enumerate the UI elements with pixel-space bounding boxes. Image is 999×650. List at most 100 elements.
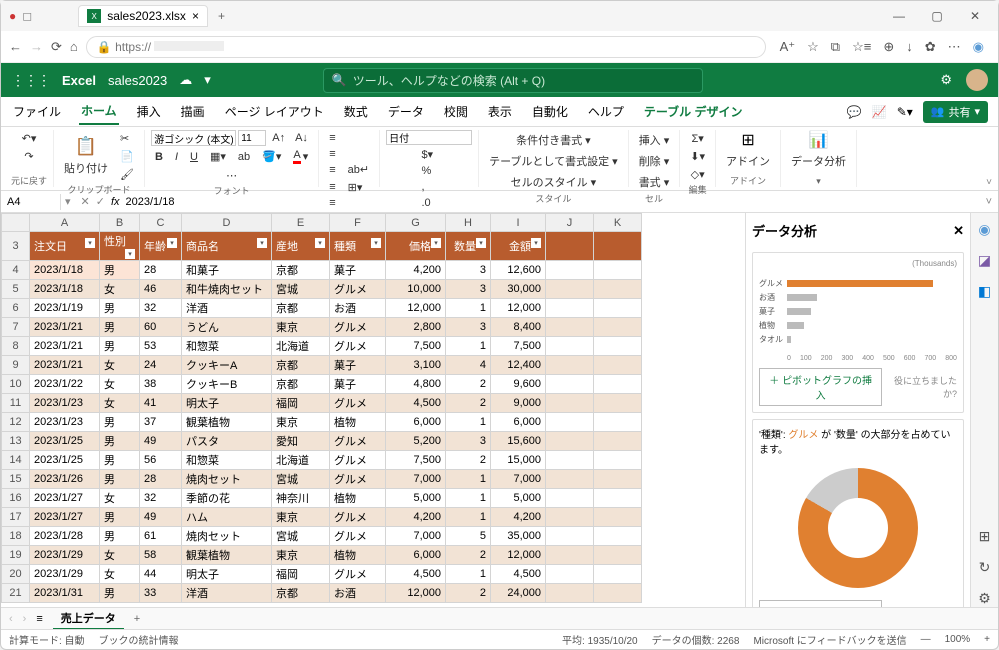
name-box[interactable]: A4	[1, 194, 61, 210]
refresh-icon[interactable]: ⟳	[51, 39, 62, 55]
row-header[interactable]: 8	[2, 337, 30, 356]
table-header-cell[interactable]: 金額▾	[491, 232, 546, 261]
row-header[interactable]: 9	[2, 356, 30, 375]
cell[interactable]: 女	[100, 375, 140, 394]
cell[interactable]: パスタ	[182, 432, 272, 451]
cell[interactable]: 6,000	[386, 413, 446, 432]
cell[interactable]: 12,400	[491, 356, 546, 375]
tab-view[interactable]: 表示	[486, 99, 514, 124]
download-icon[interactable]: ↓	[906, 39, 913, 55]
cell[interactable]: クッキーA	[182, 356, 272, 375]
cell[interactable]: 28	[140, 261, 182, 280]
add-sheet-button[interactable]: +	[134, 613, 140, 625]
outlook-icon[interactable]: ◧	[978, 283, 991, 300]
row-header[interactable]: 21	[2, 584, 30, 603]
cell[interactable]: 33	[140, 584, 182, 603]
cell[interactable]: 2023/1/19	[30, 299, 100, 318]
cell[interactable]: 24	[140, 356, 182, 375]
cell[interactable]: 2023/1/25	[30, 451, 100, 470]
cell[interactable]: 宮城	[272, 470, 330, 489]
settings-icon[interactable]: ⚙	[940, 72, 952, 88]
cell[interactable]: 女	[100, 394, 140, 413]
addins-button[interactable]: アドイン	[722, 151, 774, 171]
cell-style-button[interactable]: セルのスタイル ▾	[507, 172, 601, 192]
table-format-button[interactable]: テーブルとして書式設定 ▾	[485, 151, 622, 171]
cell[interactable]: 9,000	[491, 394, 546, 413]
filter-icon[interactable]: ▾	[85, 238, 95, 248]
strike-button[interactable]: ab	[234, 147, 254, 166]
cell[interactable]: 56	[140, 451, 182, 470]
cell[interactable]: 2023/1/21	[30, 337, 100, 356]
cell[interactable]: 5,000	[491, 489, 546, 508]
cell[interactable]: ハム	[182, 508, 272, 527]
filter-icon[interactable]: ▾	[371, 238, 381, 248]
maximize-icon[interactable]: ▢	[922, 9, 952, 23]
tab-home[interactable]: ホーム	[79, 98, 119, 125]
row-header[interactable]: 3	[2, 232, 30, 261]
clear-icon[interactable]: ◇▾	[687, 166, 709, 183]
tab-layout[interactable]: ページ レイアウト	[223, 99, 326, 124]
paste-button[interactable]: 貼り付け	[60, 158, 112, 178]
cell[interactable]: 7,000	[386, 470, 446, 489]
cell[interactable]: 4,500	[386, 394, 446, 413]
next-sheet-icon[interactable]: ›	[23, 613, 27, 625]
cell[interactable]: 7,000	[386, 527, 446, 546]
cell[interactable]: 洋酒	[182, 584, 272, 603]
cell[interactable]: 男	[100, 508, 140, 527]
cell[interactable]: 女	[100, 356, 140, 375]
copilot-icon[interactable]: ◉	[973, 39, 984, 55]
format-painter-icon[interactable]: 🖌	[116, 166, 138, 183]
tab-formulas[interactable]: 数式	[342, 99, 370, 124]
more-font-icon[interactable]: ⋯	[222, 167, 241, 184]
cell[interactable]: 4,800	[386, 375, 446, 394]
cell[interactable]: 2	[446, 451, 491, 470]
zoom-in-icon[interactable]: +	[984, 634, 990, 645]
cell[interactable]: 5,200	[386, 432, 446, 451]
share-button[interactable]: 👥 共有 ▾	[923, 101, 988, 123]
cell[interactable]: 男	[100, 337, 140, 356]
table-header-cell[interactable]: 種類▾	[330, 232, 386, 261]
row-header[interactable]: 18	[2, 527, 30, 546]
catchup-icon[interactable]: 📈	[872, 105, 887, 119]
cell[interactable]: 北海道	[272, 451, 330, 470]
tools-icon[interactable]: ⊞	[979, 528, 991, 545]
cell[interactable]: 菓子	[330, 375, 386, 394]
tab-automate[interactable]: 自動化	[530, 99, 570, 124]
minimize-icon[interactable]: —	[884, 9, 914, 23]
number-format-select[interactable]	[386, 130, 472, 145]
cell[interactable]: 男	[100, 584, 140, 603]
expand-formula-icon[interactable]: ˅	[980, 196, 998, 208]
fill-icon[interactable]: ⬇▾	[686, 148, 709, 165]
cell[interactable]: 6,000	[491, 413, 546, 432]
row-header[interactable]: 7	[2, 318, 30, 337]
cell[interactable]: グルメ	[330, 432, 386, 451]
cell[interactable]: 32	[140, 489, 182, 508]
cell[interactable]: 1	[446, 413, 491, 432]
cell[interactable]: 4,200	[386, 508, 446, 527]
cell[interactable]: 福岡	[272, 565, 330, 584]
cell[interactable]: グルメ	[330, 527, 386, 546]
cell[interactable]: グルメ	[330, 508, 386, 527]
analysis-button[interactable]: データ分析	[787, 151, 850, 171]
cell[interactable]: 35,000	[491, 527, 546, 546]
italic-button[interactable]: I	[171, 147, 182, 166]
cell[interactable]: 2	[446, 394, 491, 413]
cell[interactable]: 植物	[330, 546, 386, 565]
cell[interactable]: 京都	[272, 299, 330, 318]
cell[interactable]: 38	[140, 375, 182, 394]
tabs-icon[interactable]: ⧉	[831, 39, 840, 55]
cell[interactable]: 58	[140, 546, 182, 565]
cell[interactable]: 2023/1/23	[30, 413, 100, 432]
align-center-icon[interactable]: ≡	[325, 195, 339, 211]
cell[interactable]: 24,000	[491, 584, 546, 603]
row-header[interactable]: 20	[2, 565, 30, 584]
cell[interactable]: 2023/1/25	[30, 432, 100, 451]
row-header[interactable]: 16	[2, 489, 30, 508]
cell[interactable]: 9,600	[491, 375, 546, 394]
cell[interactable]: 愛知	[272, 432, 330, 451]
row-header[interactable]: 19	[2, 546, 30, 565]
cell[interactable]: 明太子	[182, 394, 272, 413]
redo-button[interactable]: ↷	[20, 148, 37, 165]
insert-pivot-button[interactable]: ＋ ピボットグラフの挿入	[759, 368, 882, 406]
cell[interactable]: 2	[446, 584, 491, 603]
